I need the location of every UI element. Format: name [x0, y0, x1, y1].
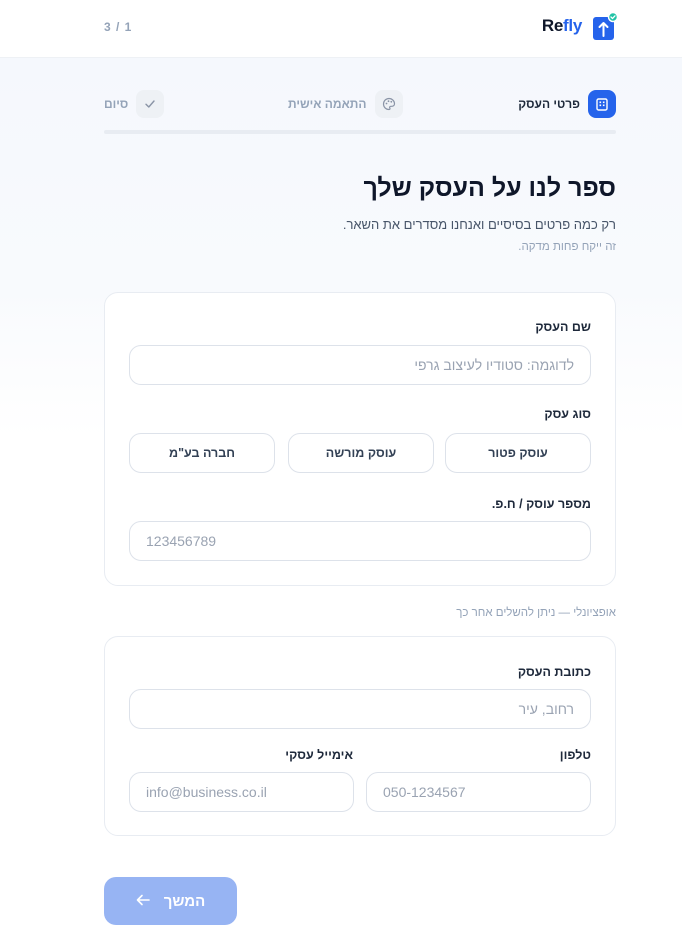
brand[interactable]: Refly	[542, 11, 619, 40]
address-input[interactable]	[129, 689, 591, 729]
top-bar: 3 / 1 Refly	[0, 0, 682, 58]
business-type-label: סוג עסק	[544, 407, 591, 421]
optional-details-card: כתובת העסק טלפון אימייל עסקי	[104, 636, 616, 836]
business-name-input[interactable]	[129, 345, 591, 385]
brand-name-suffix: fly	[563, 16, 582, 35]
step-label: התאמה אישית	[288, 97, 367, 111]
step-business-details[interactable]: פרטי העסק	[518, 90, 616, 118]
business-name-label: שם העסק	[535, 320, 591, 334]
page-subtitle: רק כמה פרטים בסיסיים ואנחנו מסדרים את הש…	[342, 217, 616, 232]
check-icon	[136, 90, 165, 118]
step-label: סיום	[104, 97, 129, 111]
continue-label: המשך	[163, 892, 206, 910]
step-counter: 3 / 1	[104, 20, 133, 34]
business-id-label: מספר עוסק / ח.פ.	[491, 497, 591, 511]
phone-input[interactable]	[366, 772, 591, 812]
optional-note: אופציונלי — ניתן להשלים אחר כך	[456, 607, 616, 619]
continue-button[interactable]: המשך	[104, 877, 237, 925]
step-finish[interactable]: סיום	[104, 90, 165, 118]
progress-bar	[104, 130, 616, 134]
phone-label: טלפון	[559, 748, 591, 762]
page-title: ספר לנו על העסק שלך	[363, 174, 616, 202]
logo-icon	[592, 11, 619, 40]
brand-name: Refly	[542, 16, 582, 36]
brand-name-prefix: Re	[541, 16, 564, 35]
email-label: אימייל עסקי	[285, 748, 353, 762]
business-details-card: שם העסק סוג עסק עוסק פטור עוסק מורשה חבר…	[104, 292, 616, 586]
stepper: פרטי העסק התאמה אישית סיום	[104, 90, 616, 134]
business-id-input[interactable]	[129, 521, 591, 561]
type-option-company[interactable]: חברה בע"מ	[129, 433, 275, 473]
email-input[interactable]	[129, 772, 354, 812]
step-label: פרטי העסק	[518, 97, 580, 111]
palette-icon	[374, 90, 403, 118]
type-option-exempt[interactable]: עוסק פטור	[445, 433, 591, 473]
address-label: כתובת העסק	[517, 665, 591, 679]
type-option-licensed[interactable]: עוסק מורשה	[288, 433, 434, 473]
arrow-left-icon	[136, 893, 150, 910]
building-icon	[588, 90, 616, 118]
step-customization[interactable]: התאמה אישית	[288, 90, 403, 118]
time-hint: זה ייקח פחות מדקה.	[518, 241, 616, 253]
